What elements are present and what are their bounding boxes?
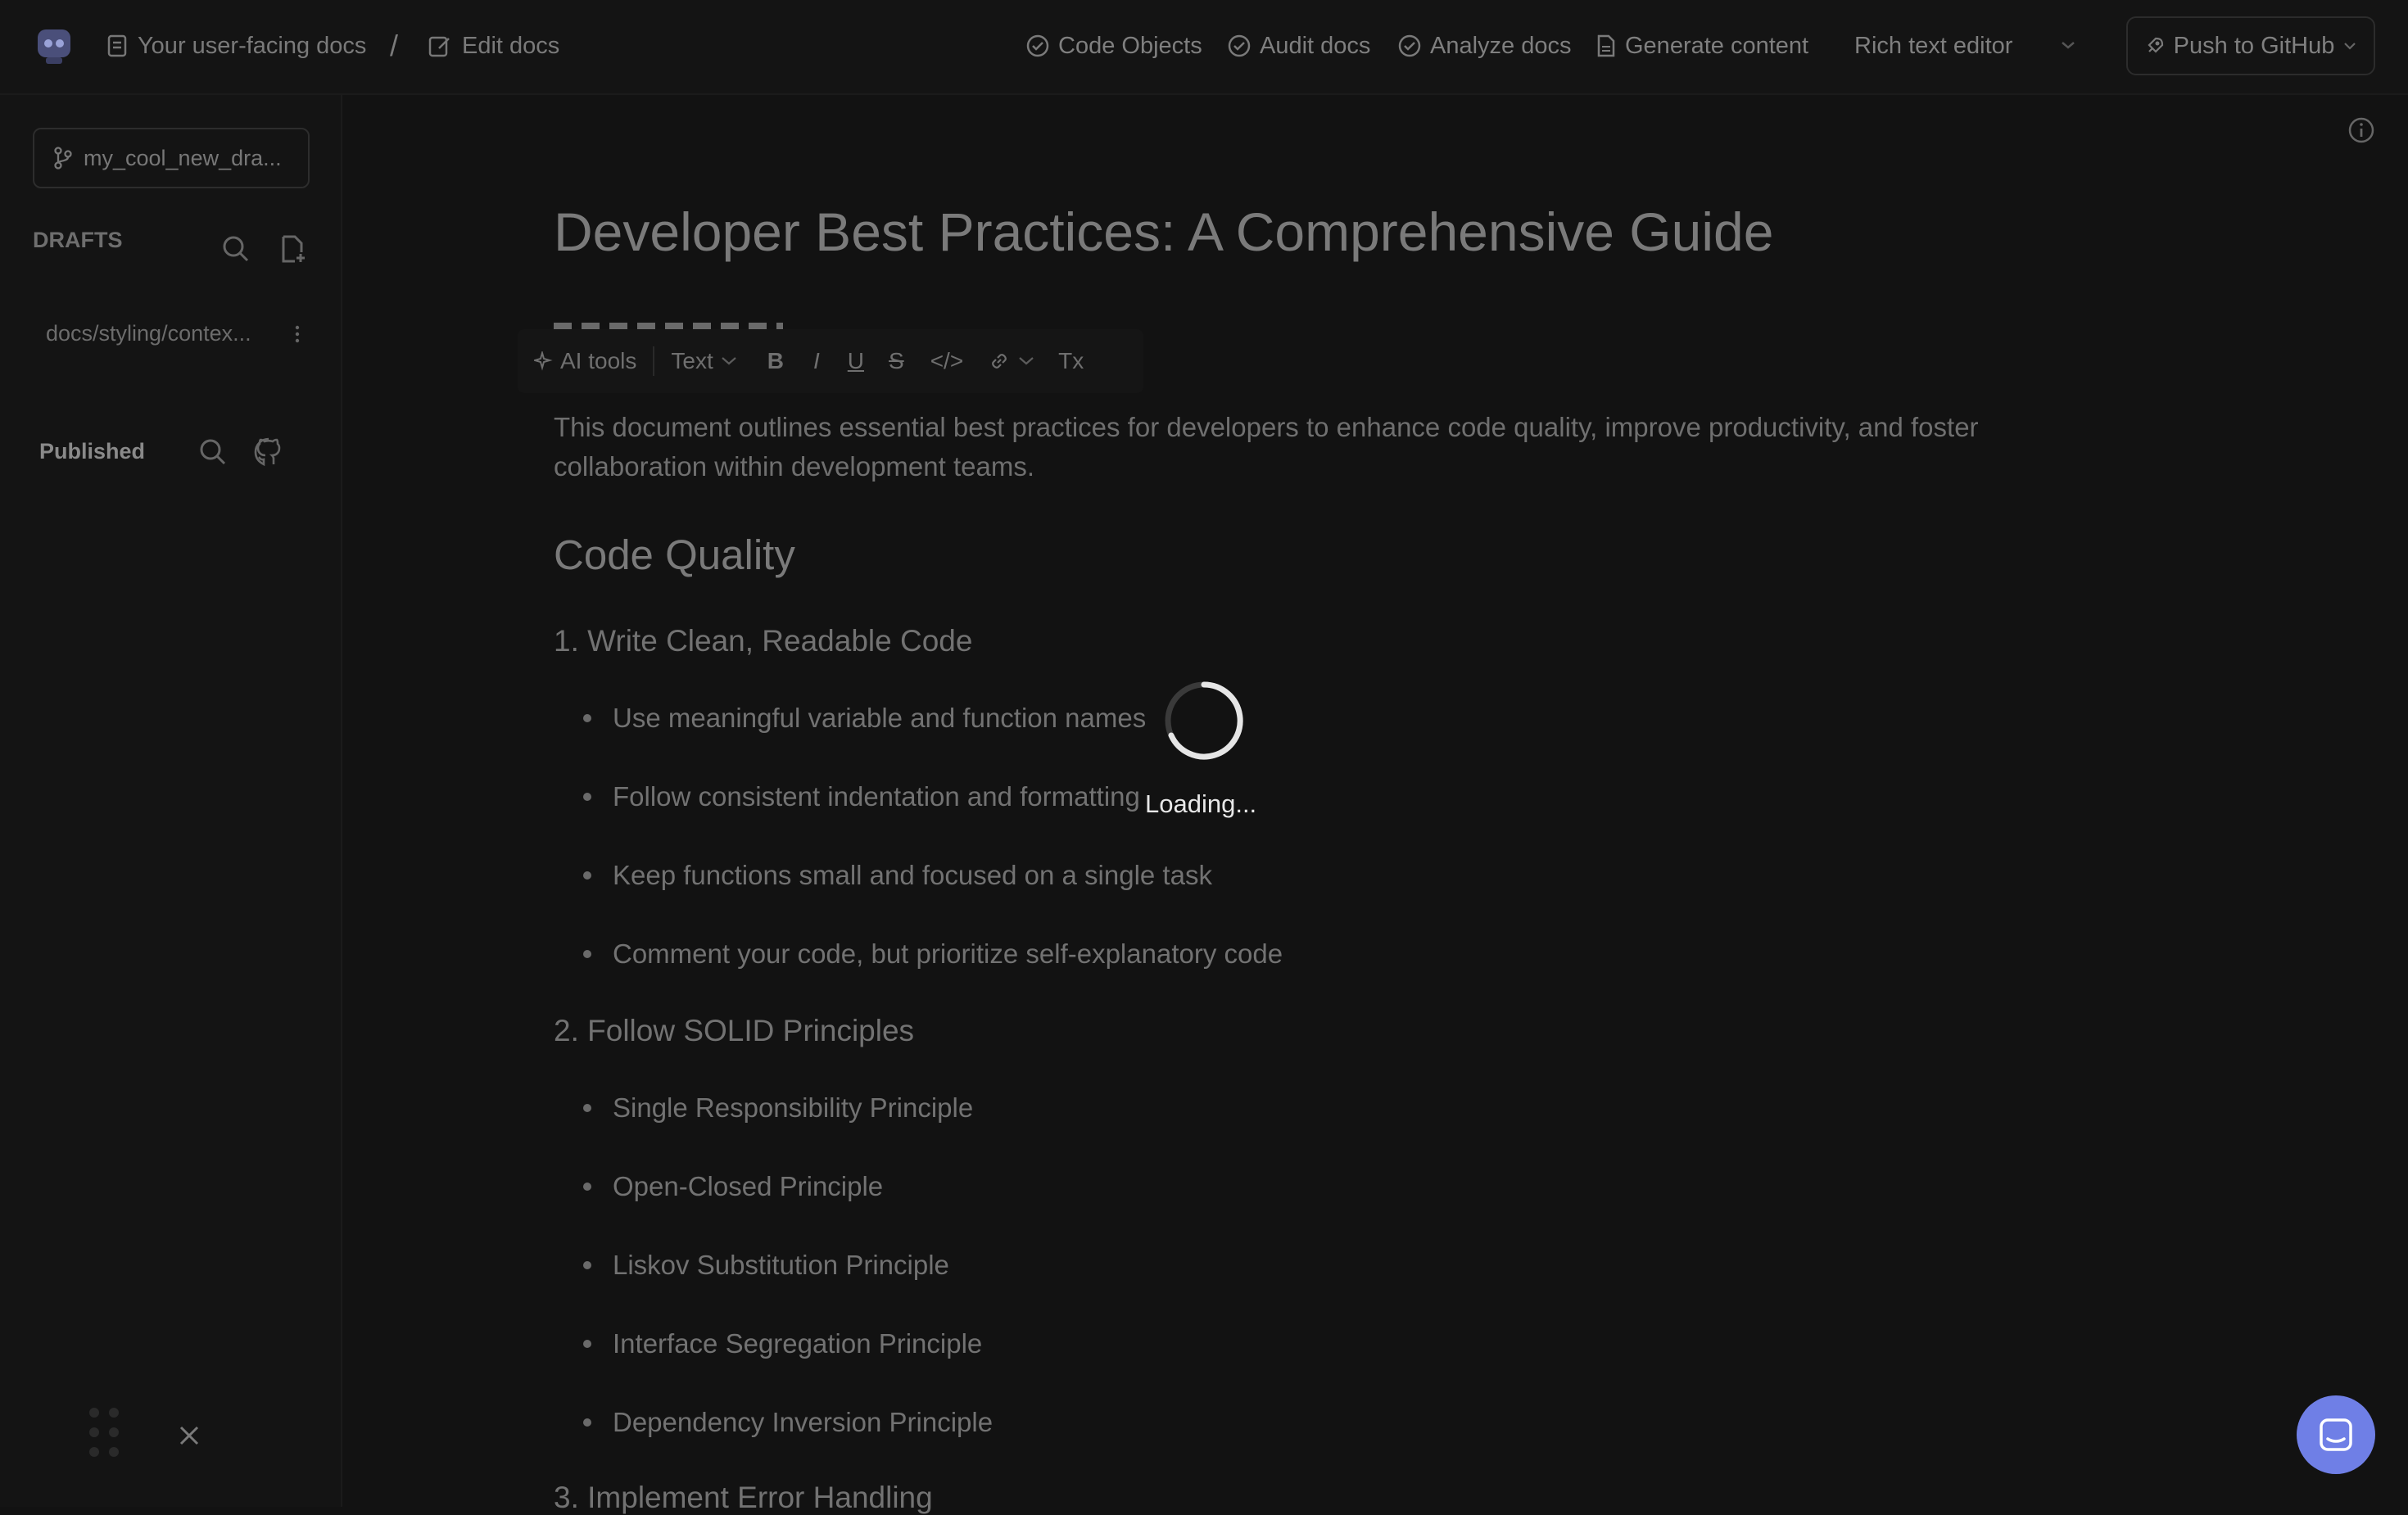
list-item[interactable]: Keep functions small and focused on a si… [583, 860, 1212, 891]
hidden-heading-fragment [554, 318, 783, 329]
push-to-github-button[interactable]: Push to GitHub [2126, 16, 2375, 75]
search-icon[interactable] [221, 234, 251, 264]
toolbar-divider [653, 346, 655, 376]
ai-tools-label: AI tools [560, 348, 637, 373]
bullet [583, 871, 591, 880]
chat-support-button[interactable] [2297, 1395, 2375, 1474]
formatting-toolbar: AI tools Text B I U S </> Tx [518, 329, 1143, 393]
check-circle-icon [1397, 34, 1422, 58]
push-label: Push to GitHub [2173, 32, 2335, 59]
close-icon[interactable] [177, 1423, 201, 1448]
check-circle-icon [1227, 34, 1252, 58]
list-item-text: Liskov Substitution Principle [613, 1250, 949, 1280]
section-heading[interactable]: Code Quality [554, 531, 795, 579]
list-item-text: Dependency Inversion Principle [613, 1407, 994, 1437]
loading-text: Loading... [1145, 789, 1257, 818]
check-circle-icon [1025, 34, 1050, 58]
list-item[interactable]: Single Responsibility Principle [583, 1092, 973, 1124]
underline-button[interactable]: U [848, 329, 864, 393]
list-item-text: Comment your code, but prioritize self-e… [613, 938, 1283, 969]
bullet [583, 1183, 591, 1191]
bold-button[interactable]: B [767, 329, 784, 393]
breadcrumb-edit-label: Edit docs [462, 32, 560, 59]
branch-name: my_cool_new_dra... [84, 145, 282, 170]
chat-icon [2318, 1417, 2354, 1453]
bullet [583, 1418, 591, 1427]
edit-icon [428, 34, 452, 58]
chevron-down-icon [1017, 355, 1035, 367]
chevron-down-icon [2342, 41, 2357, 51]
nav-analyze-docs-label: Analyze docs [1430, 32, 1572, 59]
github-icon[interactable] [252, 436, 285, 468]
list-item[interactable]: Use meaningful variable and function nam… [583, 703, 1146, 734]
bullet [583, 1261, 591, 1269]
code-button[interactable]: </> [930, 329, 963, 393]
list-item-text: Open-Closed Principle [613, 1171, 884, 1201]
drag-handle-icon[interactable] [87, 1405, 121, 1459]
list-item-text: Interface Segregation Principle [613, 1328, 983, 1359]
list-item[interactable]: Liskov Substitution Principle [583, 1250, 949, 1281]
ai-tools-button[interactable]: AI tools [518, 329, 636, 393]
rocket-icon [2144, 35, 2166, 57]
link-button[interactable] [988, 329, 1035, 393]
clear-formatting-button[interactable]: Tx [1058, 329, 1084, 393]
bullet [583, 714, 591, 722]
intro-paragraph[interactable]: This document outlines essential best pr… [554, 408, 2093, 486]
app-logo-icon[interactable] [31, 23, 77, 69]
italic-button[interactable]: I [813, 329, 820, 393]
git-branch-icon [52, 146, 74, 170]
text-style-label: Text [671, 348, 713, 373]
breadcrumb-edit-docs[interactable]: Edit docs [428, 29, 559, 62]
chevron-down-icon[interactable] [2059, 39, 2077, 51]
bullet [583, 1104, 591, 1112]
bullet [583, 950, 591, 958]
nav-audit-docs[interactable]: Audit docs [1227, 29, 1370, 62]
nav-generate-content[interactable]: Generate content [1596, 29, 1808, 62]
breadcrumb-separator: / [390, 29, 399, 62]
subheading-1[interactable]: 1. Write Clean, Readable Code [554, 624, 972, 658]
nav-generate-content-label: Generate content [1625, 32, 1809, 59]
list-item-text: Follow consistent indentation and format… [613, 781, 1140, 812]
more-vertical-icon[interactable] [292, 323, 303, 346]
document-title[interactable]: Developer Best Practices: A Comprehensiv… [554, 201, 1773, 263]
loading-spinner-icon [1163, 680, 1245, 762]
breadcrumb-docs[interactable]: Your user-facing docs [106, 29, 366, 62]
draft-item[interactable]: docs/styling/contex... [46, 321, 251, 346]
list-item-text: Single Responsibility Principle [613, 1092, 974, 1123]
nav-audit-docs-label: Audit docs [1260, 32, 1371, 59]
branch-selector[interactable]: my_cool_new_dra... [33, 128, 310, 188]
info-icon[interactable] [2347, 116, 2375, 144]
editor-mode-label: Rich text editor [1854, 32, 2013, 59]
list-item[interactable]: Open-Closed Principle [583, 1171, 883, 1202]
nav-analyze-docs[interactable]: Analyze docs [1397, 29, 1572, 62]
published-heading: Published [39, 439, 146, 464]
editor-mode-select[interactable]: Rich text editor [1854, 29, 2012, 62]
bullet [583, 793, 591, 801]
document-icon [106, 34, 128, 58]
new-file-icon[interactable] [278, 234, 308, 264]
list-item[interactable]: Follow consistent indentation and format… [583, 781, 1140, 812]
subheading-2[interactable]: 2. Follow SOLID Principles [554, 1014, 914, 1048]
subheading-3[interactable]: 3. Implement Error Handling [554, 1481, 933, 1515]
search-icon[interactable] [198, 437, 228, 467]
drafts-heading: DRAFTS [33, 228, 123, 252]
chevron-down-icon [720, 355, 738, 367]
breadcrumb-docs-label: Your user-facing docs [138, 32, 367, 59]
sparkle-icon [534, 351, 554, 371]
link-icon [988, 350, 1011, 373]
file-icon [1596, 34, 1617, 58]
text-style-select[interactable]: Text [671, 329, 737, 393]
list-item-text: Use meaningful variable and function nam… [613, 703, 1147, 733]
bullet [583, 1340, 591, 1348]
strikethrough-button[interactable]: S [889, 329, 904, 393]
list-item[interactable]: Interface Segregation Principle [583, 1328, 982, 1359]
nav-code-objects[interactable]: Code Objects [1025, 29, 1202, 62]
list-item[interactable]: Comment your code, but prioritize self-e… [583, 938, 1283, 970]
list-item-text: Keep functions small and focused on a si… [613, 860, 1212, 890]
list-item[interactable]: Dependency Inversion Principle [583, 1407, 993, 1438]
nav-code-objects-label: Code Objects [1058, 32, 1202, 59]
sidebar [0, 95, 342, 1507]
